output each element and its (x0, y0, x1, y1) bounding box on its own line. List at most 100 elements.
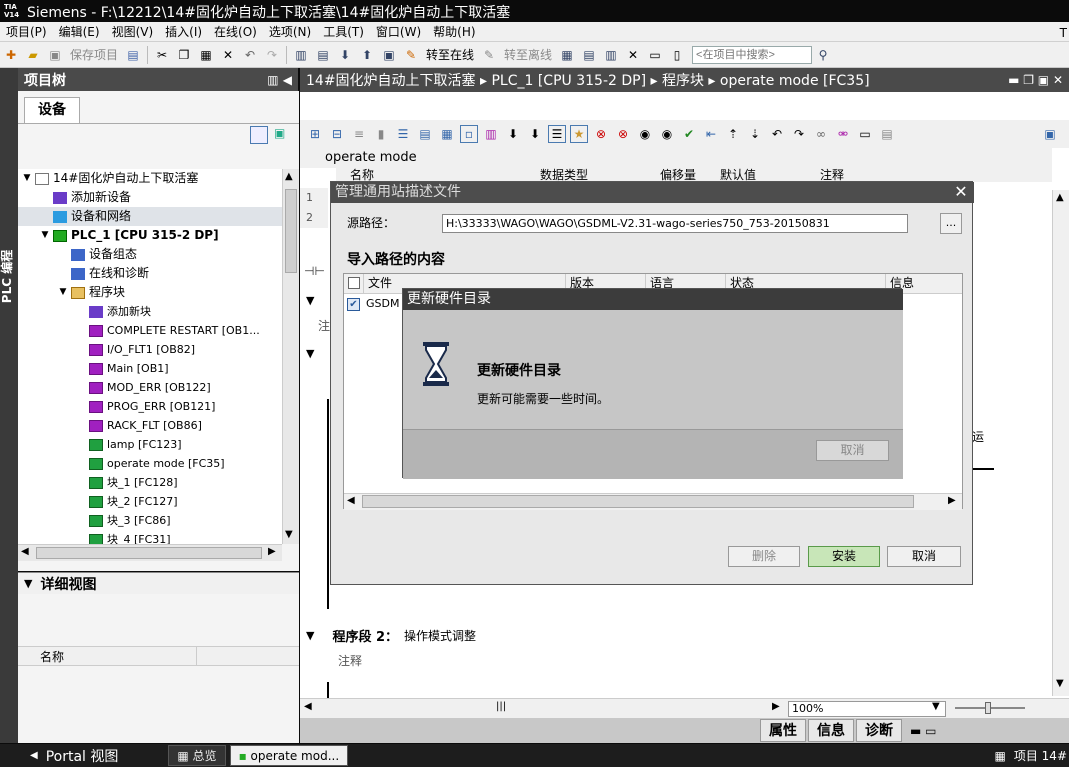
glasses-icon[interactable]: ∞ (812, 125, 830, 143)
menu-view[interactable]: 视图(V) (106, 22, 160, 42)
insert-network-icon[interactable]: ⊞ (306, 125, 324, 143)
tree-item[interactable]: 添加新设备 (18, 188, 282, 207)
tree-item[interactable]: lamp [FC123] (18, 435, 282, 454)
monitor2-icon[interactable]: ◉ (658, 125, 676, 143)
tree-item[interactable]: RACK_FLT [OB86] (18, 416, 282, 435)
redo-icon[interactable]: ↷ (263, 46, 281, 64)
panel-settings-icon[interactable]: ▣ (1041, 125, 1059, 143)
iface-col-name[interactable]: 名称 (350, 168, 540, 182)
menu-insert[interactable]: 插入(I) (159, 22, 208, 42)
tree-item[interactable]: 块_2 [FC127] (18, 492, 282, 511)
list-icon[interactable]: ▤ (416, 125, 434, 143)
open-project-icon[interactable]: ▰ (24, 46, 42, 64)
hscroll-grip-icon[interactable]: ||| (496, 701, 506, 712)
expand-icon[interactable]: ▼ (24, 577, 32, 590)
undo-block-icon[interactable]: ↶ (768, 125, 786, 143)
breakpoint-icon[interactable]: ▭ (856, 125, 874, 143)
scroll-right-icon[interactable]: ▶ (268, 546, 276, 557)
tree-expand-icon[interactable]: ▼ (58, 283, 68, 302)
go-online-icon[interactable]: ✎ (402, 46, 420, 64)
undo-icon[interactable]: ↶ (241, 46, 259, 64)
lock-icon[interactable]: ▤ (878, 125, 896, 143)
zoom-select[interactable]: 100% (788, 701, 946, 717)
zoom-slider-thumb[interactable] (985, 702, 991, 714)
scroll-right-icon[interactable]: ▶ (948, 495, 956, 506)
scroll-down-icon[interactable]: ▼ (285, 529, 293, 540)
scroll-up-icon[interactable]: ▲ (1056, 192, 1064, 203)
network-expand-icon[interactable]: ▼ (306, 347, 314, 360)
menu-project[interactable]: 项目(P) (0, 22, 53, 42)
simulation-icon[interactable]: ▣ (380, 46, 398, 64)
tab-diagnostics[interactable]: 诊断 (856, 719, 902, 742)
menu-window[interactable]: 窗口(W) (370, 22, 427, 42)
select-all-checkbox[interactable] (344, 274, 364, 294)
scroll-down-icon[interactable]: ▼ (1056, 678, 1064, 689)
comment-icon[interactable]: ▫ (460, 125, 478, 143)
menu-help[interactable]: 帮助(H) (427, 22, 481, 42)
row-checkbox[interactable]: ✔ (347, 297, 360, 311)
collapse-panel-icon[interactable]: ▥ ◀ (267, 73, 292, 87)
tree-item[interactable]: 在线和诊断 (18, 264, 282, 283)
new-project-icon[interactable]: ✚ (2, 46, 20, 64)
collapse-tree-icon[interactable]: ▣ (274, 126, 292, 144)
back-arrow-icon[interactable]: ◀ (30, 750, 38, 761)
tab-properties[interactable]: 属性 (760, 719, 806, 742)
project-search-input[interactable] (692, 45, 813, 64)
tree-item[interactable]: 块_3 [FC86] (18, 511, 282, 530)
paste-icon[interactable]: ▦ (197, 46, 215, 64)
download-icon[interactable]: ⬇ (336, 46, 354, 64)
portal-view-button[interactable]: Portal 视图 (46, 746, 119, 766)
cross-reference-icon[interactable]: ▤ (580, 46, 598, 64)
tree-item[interactable]: PROG_ERR [OB121] (18, 397, 282, 416)
iface-col-default[interactable]: 默认值 (720, 168, 820, 182)
detail-view-header[interactable]: ▼ 详细视图 (18, 572, 299, 594)
delete-button[interactable]: 删除 (728, 546, 800, 567)
tree-item[interactable]: 块_1 [FC128] (18, 473, 282, 492)
check-icon[interactable]: ✔ (680, 125, 698, 143)
tree-item[interactable]: ▼ 程序块 (18, 283, 282, 302)
move-icon[interactable]: ▮ (372, 125, 390, 143)
table-icon[interactable]: ▦ (438, 125, 456, 143)
cut-icon[interactable]: ✂ (153, 46, 171, 64)
scroll-left-icon[interactable]: ◀ (304, 701, 312, 712)
tree-item[interactable]: MOD_ERR [OB122] (18, 378, 282, 397)
delete-icon[interactable]: ✕ (219, 46, 237, 64)
panel-controls-icon[interactable]: ▬ ▭ (910, 724, 937, 738)
split-editor-icon[interactable]: ▥ (292, 46, 310, 64)
copy-icon[interactable]: ❐ (175, 46, 193, 64)
network2-expand-icon[interactable]: ▼ (306, 629, 314, 642)
close-icon[interactable]: ✕ (952, 182, 970, 202)
save-project-button[interactable]: 保存项目 (70, 46, 118, 63)
hscroll-thumb[interactable] (362, 495, 914, 508)
install-button[interactable]: 安装 (808, 546, 880, 567)
menu-edit[interactable]: 编辑(E) (53, 22, 106, 42)
align-icon[interactable]: ☰ (394, 125, 412, 143)
accessible-devices-icon[interactable]: ▦ (558, 46, 576, 64)
browse-button[interactable]: ... (940, 213, 962, 234)
menu-tools[interactable]: 工具(T) (317, 22, 370, 42)
close-branch-icon[interactable]: ⊗ (614, 125, 632, 143)
update-cancel-button[interactable]: 取消 (816, 440, 889, 461)
tree-vertical-scrollbar[interactable]: ▲ ▼ (282, 169, 299, 544)
display-icon[interactable]: ⚮ (834, 125, 852, 143)
source-path-input[interactable]: H:\33333\WAGO\WAGO\GSDML-V2.31-wago-seri… (442, 214, 908, 233)
table-view-icon[interactable] (250, 126, 268, 144)
gsd-table-hscroll[interactable]: ◀ ▶ (344, 493, 962, 510)
go-online-button[interactable]: 转至在线 (426, 46, 474, 63)
download-block2-icon[interactable]: ⬇ (526, 125, 544, 143)
zoom-dropdown-icon[interactable]: ▼ (932, 701, 940, 712)
iface-col-offset[interactable]: 偏移量 (660, 168, 720, 182)
upload-icon[interactable]: ⬆ (358, 46, 376, 64)
scroll-left-icon[interactable]: ◀ (21, 546, 29, 557)
tree-item[interactable]: ▼ 14#固化炉自动上下取活塞 (18, 169, 282, 188)
tree-item[interactable]: I/O_FLT1 [OB82] (18, 340, 282, 359)
window-controls-icon[interactable]: ▬ ❐ ▣ ✕ (1008, 73, 1063, 87)
open-branch-icon[interactable]: ⊗ (592, 125, 610, 143)
cancel-button[interactable]: 取消 (887, 546, 961, 567)
tree-item[interactable]: COMPLETE RESTART [OB1... (18, 321, 282, 340)
scroll-right-icon[interactable]: ▶ (772, 701, 780, 712)
tab-info[interactable]: 信息 (808, 719, 854, 742)
network1-expand-icon[interactable]: ▼ (306, 294, 314, 307)
save-icon[interactable]: ▣ (46, 46, 64, 64)
nav-first-icon[interactable]: ⇤ (702, 125, 720, 143)
